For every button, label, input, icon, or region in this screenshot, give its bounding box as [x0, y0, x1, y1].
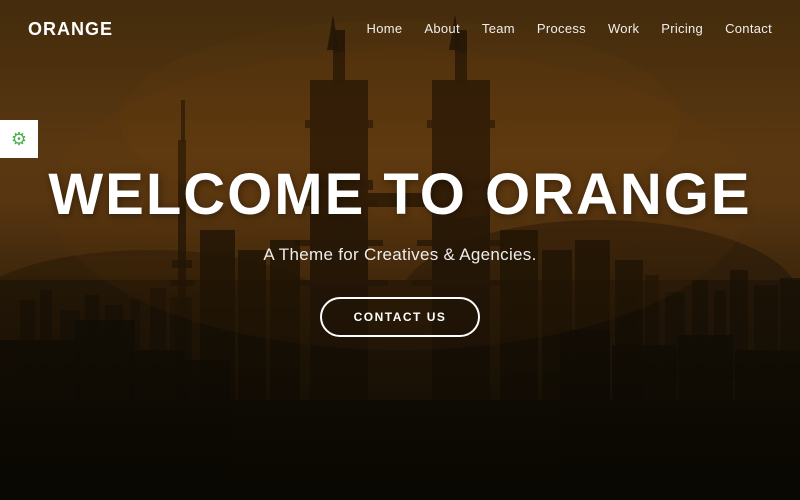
- cta-button[interactable]: CONTACT US: [320, 297, 481, 337]
- nav-item-team[interactable]: Team: [482, 20, 515, 38]
- gear-icon: ⚙: [11, 129, 27, 150]
- nav-item-about[interactable]: About: [424, 20, 459, 38]
- nav-item-home[interactable]: Home: [367, 20, 403, 38]
- nav-link-process[interactable]: Process: [537, 21, 586, 36]
- nav-item-contact[interactable]: Contact: [725, 20, 772, 38]
- gear-button[interactable]: ⚙: [0, 120, 38, 158]
- nav-item-work[interactable]: Work: [608, 20, 639, 38]
- navbar: ORANGE Home About Team Process Work Pric…: [0, 0, 800, 58]
- nav-item-pricing[interactable]: Pricing: [661, 20, 703, 38]
- nav-link-home[interactable]: Home: [367, 21, 403, 36]
- hero-title: WELCOME TO ORANGE: [48, 163, 751, 227]
- nav-link-pricing[interactable]: Pricing: [661, 21, 703, 36]
- nav-link-about[interactable]: About: [424, 21, 459, 36]
- hero-content: WELCOME TO ORANGE A Theme for Creatives …: [28, 163, 771, 337]
- nav-link-work[interactable]: Work: [608, 21, 639, 36]
- hero-subtitle: A Theme for Creatives & Agencies.: [48, 245, 751, 265]
- nav-menu: Home About Team Process Work Pricing Con…: [367, 20, 772, 38]
- nav-link-team[interactable]: Team: [482, 21, 515, 36]
- nav-item-process[interactable]: Process: [537, 20, 586, 38]
- brand-logo[interactable]: ORANGE: [28, 19, 113, 40]
- nav-link-contact[interactable]: Contact: [725, 21, 772, 36]
- hero-section: ORANGE Home About Team Process Work Pric…: [0, 0, 800, 500]
